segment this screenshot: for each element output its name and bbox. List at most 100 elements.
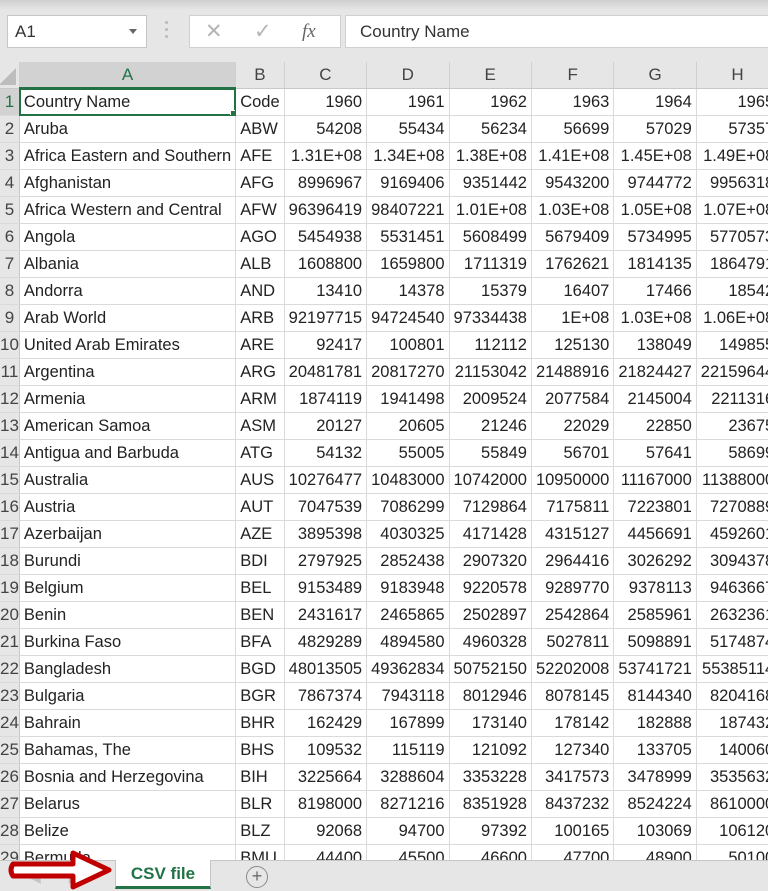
cell-value[interactable]: 1.01E+08 <box>449 196 532 224</box>
cell-value[interactable]: 96396419 <box>284 196 368 224</box>
cell-value[interactable]: 2077584 <box>531 385 615 413</box>
cell-value[interactable]: 52202008 <box>531 655 615 683</box>
cell-value[interactable]: 1.05E+08 <box>613 196 697 224</box>
row-header[interactable]: 22 <box>0 655 20 683</box>
cell-value[interactable]: 20605 <box>366 412 450 440</box>
column-header[interactable]: D <box>366 62 450 89</box>
cell-value[interactable]: 1.31E+08 <box>284 142 368 170</box>
insert-function-icon[interactable]: fx <box>302 21 316 43</box>
row-header[interactable]: 28 <box>0 817 20 845</box>
cell-value[interactable]: 58699 <box>696 439 768 467</box>
cell-code[interactable]: AUS <box>235 466 285 494</box>
cell-code[interactable]: ALB <box>235 250 285 278</box>
cell-value[interactable]: 92417 <box>284 331 368 359</box>
cell-value[interactable]: 55385114 <box>696 655 768 683</box>
cell-value[interactable]: 23675 <box>696 412 768 440</box>
cell-value[interactable]: 2907320 <box>449 547 532 575</box>
row-header[interactable]: 25 <box>0 736 20 764</box>
cell-country-name[interactable]: Bahamas, The <box>19 736 237 764</box>
cell-value[interactable]: 16407 <box>531 277 615 305</box>
cell-value[interactable]: 100165 <box>531 817 615 845</box>
cell-code[interactable]: BEL <box>235 574 285 602</box>
cell-code[interactable]: ATG <box>235 439 285 467</box>
cell-value[interactable]: 100801 <box>366 331 450 359</box>
cell-value[interactable]: 9169406 <box>366 169 450 197</box>
cell-value[interactable]: 22029 <box>531 412 615 440</box>
cell-value[interactable]: 10483000 <box>366 466 450 494</box>
cell-country-name[interactable]: Albania <box>19 250 237 278</box>
cell-country-name[interactable]: Africa Eastern and Southern <box>19 142 237 170</box>
cell-value[interactable]: 22159644 <box>696 358 768 386</box>
cell-country-name[interactable]: American Samoa <box>19 412 237 440</box>
cell-code[interactable]: AND <box>235 277 285 305</box>
cell-value[interactable]: 133705 <box>613 736 697 764</box>
cell-value[interactable]: 1.34E+08 <box>366 142 450 170</box>
cell-value[interactable]: 57029 <box>613 115 697 143</box>
cell-value[interactable]: 3478999 <box>613 763 697 791</box>
cell-code[interactable]: ARE <box>235 331 285 359</box>
cell-value[interactable]: 2465865 <box>366 601 450 629</box>
cell-value[interactable]: 1711319 <box>449 250 532 278</box>
row-header[interactable]: 21 <box>0 628 20 656</box>
cell-value[interactable]: 48013505 <box>284 655 368 683</box>
cell-value[interactable]: 2431617 <box>284 601 368 629</box>
cell-country-name[interactable]: Afghanistan <box>19 169 237 197</box>
cell-value[interactable]: 7223801 <box>613 493 697 521</box>
cell-value[interactable]: 2852438 <box>366 547 450 575</box>
cell-value[interactable]: 1.38E+08 <box>449 142 532 170</box>
cell-value[interactable]: 5531451 <box>366 223 450 251</box>
row-header[interactable]: 11 <box>0 358 20 386</box>
cell-value[interactable]: 8610000 <box>696 790 768 818</box>
cell-code[interactable]: ARG <box>235 358 285 386</box>
row-header[interactable]: 17 <box>0 520 20 548</box>
row-header[interactable]: 18 <box>0 547 20 575</box>
cell-value[interactable]: 20817270 <box>366 358 450 386</box>
cell-code[interactable]: AGO <box>235 223 285 251</box>
row-header[interactable]: 3 <box>0 142 20 170</box>
cell-code[interactable]: BLZ <box>235 817 285 845</box>
cell-value[interactable]: 97334438 <box>449 304 532 332</box>
cell-country-name[interactable]: Benin <box>19 601 237 629</box>
cell-value[interactable]: 7047539 <box>284 493 368 521</box>
cell-value[interactable]: 7943118 <box>366 682 450 710</box>
cell-country-name[interactable]: Bulgaria <box>19 682 237 710</box>
cell-value[interactable]: 182888 <box>613 709 697 737</box>
cell-value[interactable]: 10950000 <box>531 466 615 494</box>
cell-value[interactable]: 18542 <box>696 277 768 305</box>
cell-country-name[interactable]: Burkina Faso <box>19 628 237 656</box>
cell-value[interactable]: 1.03E+08 <box>531 196 615 224</box>
cell-value[interactable]: 103069 <box>613 817 697 845</box>
formula-input[interactable]: Country Name <box>345 15 768 48</box>
cell-value[interactable]: 112112 <box>449 331 532 359</box>
cell-value[interactable]: 55434 <box>366 115 450 143</box>
cell-value[interactable]: 1864791 <box>696 250 768 278</box>
cell-country-name[interactable]: Angola <box>19 223 237 251</box>
cell-value[interactable]: 4894580 <box>366 628 450 656</box>
cell-value[interactable]: 8271216 <box>366 790 450 818</box>
cell-code[interactable]: AFG <box>235 169 285 197</box>
cell-value[interactable]: 1960 <box>284 88 368 116</box>
cell-value[interactable]: 57641 <box>613 439 697 467</box>
cell-value[interactable]: 125130 <box>531 331 615 359</box>
cell-value[interactable]: 4456691 <box>613 520 697 548</box>
cell-value[interactable]: 10742000 <box>449 466 532 494</box>
cell-value[interactable]: 13410 <box>284 277 368 305</box>
cell-value[interactable]: 1762621 <box>531 250 615 278</box>
cell-value[interactable]: 1941498 <box>366 385 450 413</box>
cell-country-name[interactable]: Bangladesh <box>19 655 237 683</box>
cell-country-name[interactable]: Antigua and Barbuda <box>19 439 237 467</box>
cell-value[interactable]: 5454938 <box>284 223 368 251</box>
cell-value[interactable]: 1874119 <box>284 385 368 413</box>
cell-value[interactable]: 1659800 <box>366 250 450 278</box>
column-header[interactable]: H <box>696 62 768 89</box>
cell-value[interactable]: 8351928 <box>449 790 532 818</box>
row-header[interactable]: 14 <box>0 439 20 467</box>
cell-country-name[interactable]: Australia <box>19 466 237 494</box>
cell-country-name[interactable]: Bahrain <box>19 709 237 737</box>
cell-value[interactable]: 97392 <box>449 817 532 845</box>
cell-value[interactable]: 2211316 <box>696 385 768 413</box>
cell-value[interactable]: 115119 <box>366 736 450 764</box>
cell-code[interactable]: AUT <box>235 493 285 521</box>
cell-value[interactable]: 3535632 <box>696 763 768 791</box>
cell-value[interactable]: 56701 <box>531 439 615 467</box>
